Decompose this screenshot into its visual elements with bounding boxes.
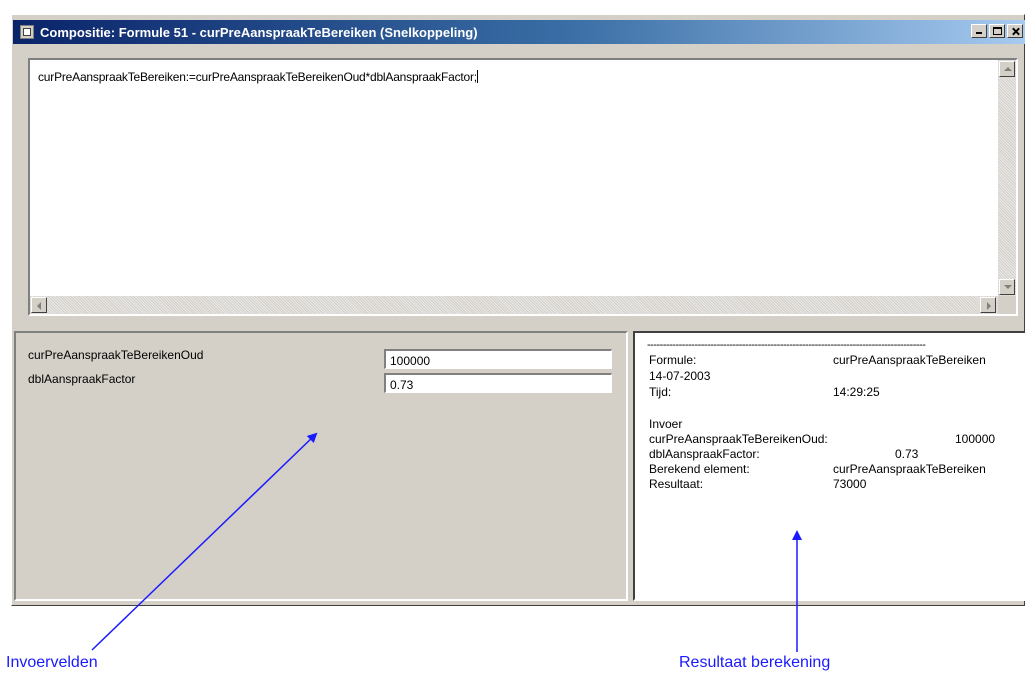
resultaat-annotation: Resultaat berekening <box>679 654 831 671</box>
invoervelden-annotation: Invoervelden <box>6 654 98 671</box>
annotation-arrows <box>91 432 802 652</box>
invoer-arrow <box>91 432 318 651</box>
